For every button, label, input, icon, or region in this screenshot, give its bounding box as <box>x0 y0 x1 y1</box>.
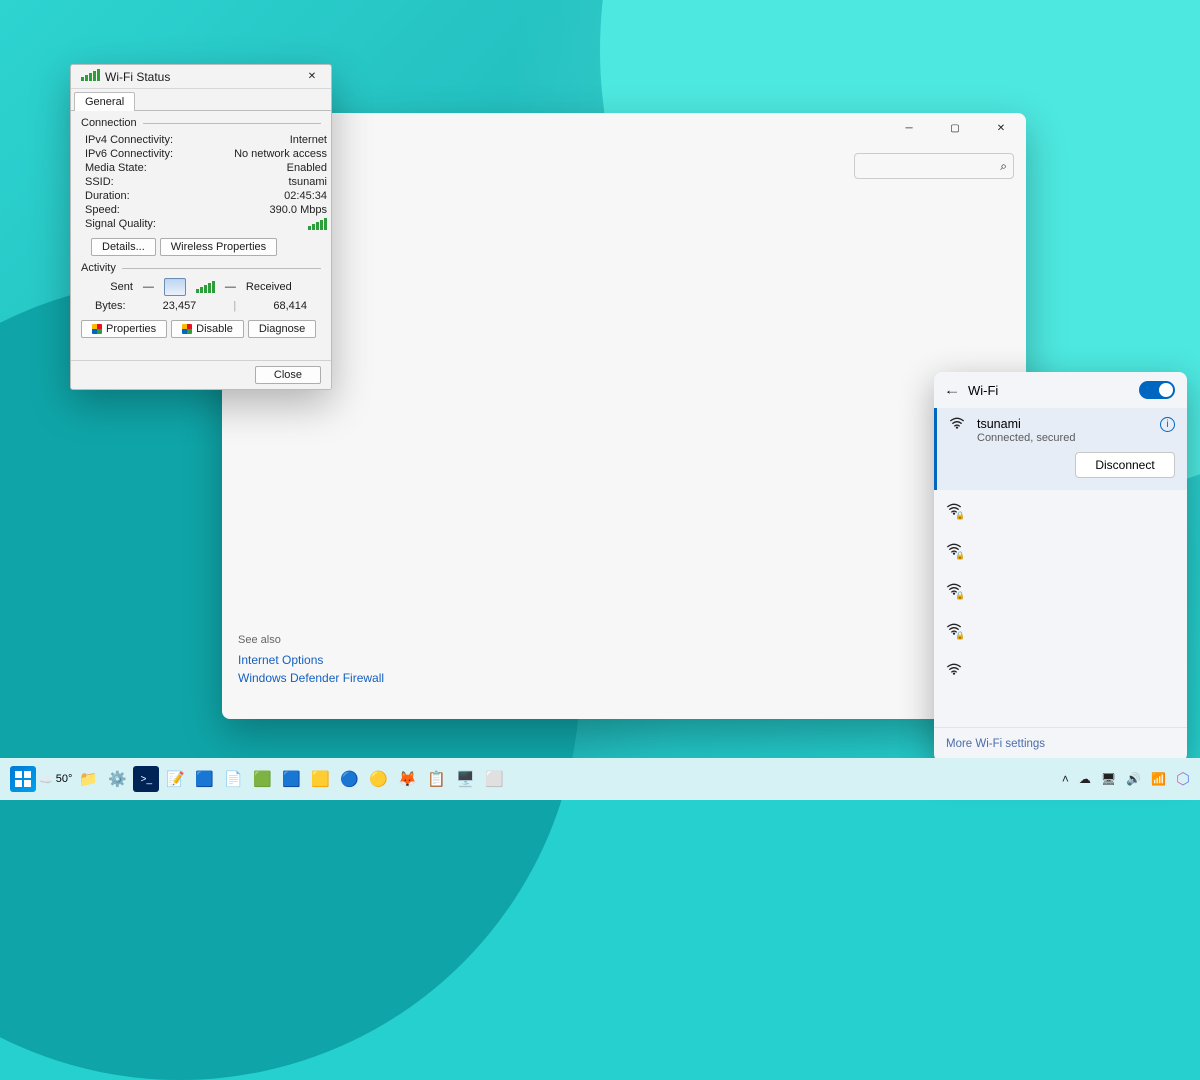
search-input[interactable]: ⌕ <box>854 153 1014 179</box>
see-also-label: See also <box>238 634 384 646</box>
wifi-bars-icon <box>196 281 215 293</box>
network-item[interactable]: 🔒 <box>934 610 1187 650</box>
minimize-button[interactable]: ─ <box>886 113 932 143</box>
close-button[interactable]: ✕ <box>978 113 1024 143</box>
battery-icon[interactable]: 🖥 <box>1101 772 1116 786</box>
edge-beta-icon[interactable]: 🟩 <box>249 766 275 792</box>
disable-button[interactable]: Disable <box>171 320 244 338</box>
maximize-button[interactable]: ▢ <box>932 113 978 143</box>
taskbar: ☁️50° 📁 ⚙️ >_ 📝 🟦 📄 🟩 🟦 🟨 🔵 🟡 🦊 📋 🖥️ ⬜ ˄… <box>0 758 1200 800</box>
start-button[interactable] <box>10 766 36 792</box>
properties-button[interactable]: Properties <box>81 320 167 338</box>
firewall-link[interactable]: Windows Defender Firewall <box>238 671 384 685</box>
chromium-icon[interactable]: 🔵 <box>336 766 362 792</box>
terminal-icon[interactable]: >_ <box>133 766 159 792</box>
settings-icon[interactable]: ⚙️ <box>104 766 130 792</box>
edge-canary-icon[interactable]: 🟨 <box>307 766 333 792</box>
netcenter-titlebar[interactable]: ter ─ ▢ ✕ <box>222 113 1026 143</box>
wifi-bars-icon <box>81 69 100 84</box>
wifi-flyout: ← Wi-Fi tsunami i Connected, secured Dis… <box>934 372 1187 762</box>
wifi-lock-icon: 🔒 <box>946 622 962 638</box>
app-icon[interactable]: 🖥️ <box>452 766 478 792</box>
app-icon[interactable]: 📝 <box>162 766 188 792</box>
network-item[interactable]: 🔒 <box>934 570 1187 610</box>
onedrive-icon[interactable]: ☁ <box>1079 772 1091 786</box>
app-icon[interactable]: 📋 <box>423 766 449 792</box>
info-icon[interactable]: i <box>1160 417 1175 432</box>
wifi-lock-icon: 🔒 <box>946 542 962 558</box>
shield-icon <box>92 324 102 334</box>
wifi-status-dialog: Wi-Fi Status ✕ General Connection IPv4 C… <box>70 64 332 390</box>
wifi-lock-icon: 🔒 <box>946 502 962 518</box>
back-icon[interactable]: ← <box>944 383 961 397</box>
firefox-icon[interactable]: 🦊 <box>394 766 420 792</box>
connection-group: Connection <box>81 117 137 129</box>
wifi-toggle[interactable] <box>1139 381 1175 399</box>
network-item[interactable] <box>934 650 1187 690</box>
wifi-lock-icon: 🔒 <box>946 582 962 598</box>
more-wifi-settings-link[interactable]: More Wi-Fi settings <box>934 727 1187 762</box>
wifi-icon <box>949 416 967 432</box>
tab-general[interactable]: General <box>74 92 135 111</box>
wifi-icon <box>946 662 962 678</box>
close-button[interactable]: Close <box>255 366 321 384</box>
activity-group: Activity <box>81 262 116 274</box>
computer-icon <box>164 278 186 296</box>
internet-options-link[interactable]: Internet Options <box>238 653 384 667</box>
signal-quality-icon <box>308 218 327 233</box>
edge-icon[interactable]: 🟦 <box>191 766 217 792</box>
explorer-icon[interactable]: 📁 <box>75 766 101 792</box>
wifi-flyout-title: Wi-Fi <box>968 383 1129 398</box>
wifi-status-titlebar[interactable]: Wi-Fi Status ✕ <box>71 65 331 89</box>
app-icon[interactable]: ⬜ <box>481 766 507 792</box>
edge-dev-icon[interactable]: 🟦 <box>278 766 304 792</box>
wireless-properties-button[interactable]: Wireless Properties <box>160 238 277 256</box>
wifi-tray-icon[interactable]: 📶 <box>1151 772 1166 786</box>
tray-chevron-icon[interactable]: ˄ <box>1062 772 1069 786</box>
search-icon: ⌕ <box>1000 159 1007 174</box>
wifi-status-title: Wi-Fi Status <box>105 70 295 84</box>
network-item[interactable]: 🔒 <box>934 490 1187 530</box>
copilot-icon[interactable]: ⬡ <box>1176 769 1190 789</box>
chrome-icon[interactable]: 🟡 <box>365 766 391 792</box>
diagnose-button[interactable]: Diagnose <box>248 320 316 338</box>
network-item-tsunami[interactable]: tsunami i Connected, secured Disconnect <box>934 408 1187 490</box>
weather-widget[interactable]: ☁️50° <box>39 766 72 792</box>
shield-icon <box>182 324 192 334</box>
volume-icon[interactable]: 🔊 <box>1126 772 1141 786</box>
disconnect-button[interactable]: Disconnect <box>1075 452 1175 478</box>
app-icon[interactable]: 📄 <box>220 766 246 792</box>
close-button[interactable]: ✕ <box>295 65 329 89</box>
details-button[interactable]: Details... <box>91 238 156 256</box>
network-center-window: ter ─ ▢ ✕ ⌕ See also Internet Options Wi… <box>222 113 1026 719</box>
network-item[interactable]: 🔒 <box>934 530 1187 570</box>
